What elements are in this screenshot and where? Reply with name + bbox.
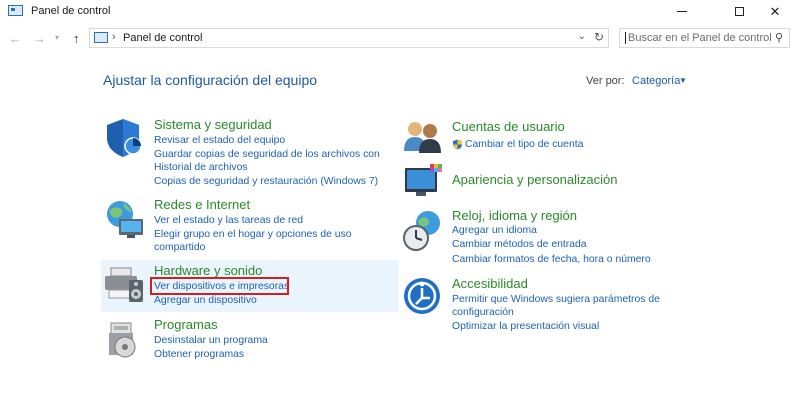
address-bar[interactable]: › Panel de control ⌄ ↻ <box>89 28 609 48</box>
link-date-time-formats[interactable]: Cambiar formatos de fecha, hora o número <box>452 253 651 266</box>
link-suggest-settings[interactable]: Permitir que Windows sugiera parámetros … <box>452 293 664 319</box>
programs-disc-icon <box>109 322 136 358</box>
breadcrumb-chevron-icon[interactable]: › <box>112 31 116 43</box>
category-clock-region: Reloj, idioma y región Agregar un idioma… <box>400 205 696 271</box>
forward-arrow-icon[interactable]: → <box>33 31 46 46</box>
category-title-user-accounts[interactable]: Cuentas de usuario <box>452 119 565 134</box>
view-by-chevron-icon[interactable]: ▼ <box>679 76 687 85</box>
link-add-language[interactable]: Agregar un idioma <box>452 224 537 237</box>
view-by-label: Ver por: <box>586 75 625 87</box>
accessibility-icon <box>404 278 440 314</box>
category-network-internet: Redes e Internet Ver el estado y las tar… <box>101 195 397 255</box>
link-optimize-display[interactable]: Optimizar la presentación visual <box>452 320 599 333</box>
search-placeholder: Buscar en el Panel de control <box>625 32 772 44</box>
category-system-security: Sistema y seguridad Revisar el estado de… <box>101 112 397 190</box>
link-check-status[interactable]: Revisar el estado del equipo <box>154 134 285 147</box>
category-title-hardware-sound[interactable]: Hardware y sonido <box>154 263 262 278</box>
category-title-system-security[interactable]: Sistema y seguridad <box>154 117 272 132</box>
category-user-accounts: Cuentas de usuario Cambiar el tipo de cu… <box>400 115 696 155</box>
link-homegroup[interactable]: Elegir grupo en el hogar y opciones de u… <box>154 228 359 254</box>
security-shield-icon <box>107 119 142 157</box>
page-title: Ajustar la configuración del equipo <box>103 72 318 88</box>
highlight-annotation-box <box>150 277 289 295</box>
close-button[interactable]: ✕ <box>752 0 798 23</box>
category-title-appearance[interactable]: Apariencia y personalización <box>452 172 617 187</box>
category-accessibility: Accesibilidad Permitir que Windows sugie… <box>400 272 696 338</box>
clock-globe-icon <box>403 211 440 251</box>
link-file-history[interactable]: Guardar copias de seguridad de los archi… <box>154 148 384 174</box>
link-change-account-type[interactable]: Cambiar el tipo de cuenta <box>465 138 583 151</box>
category-programs: Programas Desinstalar un programa Obtene… <box>101 315 397 363</box>
recent-locations-chevron-icon[interactable]: ▾ <box>55 33 59 42</box>
window-title: Panel de control <box>31 5 111 17</box>
close-icon: ✕ <box>769 3 781 19</box>
minimize-icon <box>677 11 687 12</box>
link-input-methods[interactable]: Cambiar métodos de entrada <box>452 238 587 251</box>
search-icon[interactable]: ⚲ <box>775 31 783 44</box>
up-arrow-icon[interactable]: ↑ <box>73 31 80 46</box>
category-title-accessibility[interactable]: Accesibilidad <box>452 276 528 291</box>
refresh-icon[interactable]: ↻ <box>594 30 604 44</box>
link-get-programs[interactable]: Obtener programas <box>154 348 244 361</box>
link-network-status[interactable]: Ver el estado y las tareas de red <box>154 214 303 227</box>
back-arrow-icon[interactable]: ← <box>9 31 22 46</box>
category-title-programs[interactable]: Programas <box>154 317 218 332</box>
category-title-network-internet[interactable]: Redes e Internet <box>154 197 250 212</box>
printer-speaker-icon <box>105 267 143 302</box>
monitor-palette-icon <box>405 164 442 196</box>
control-panel-icon <box>8 5 23 16</box>
link-add-device[interactable]: Agregar un dispositivo <box>154 294 257 307</box>
link-uninstall-program[interactable]: Desinstalar un programa <box>154 334 268 347</box>
uac-shield-icon <box>453 139 462 150</box>
link-backup-restore[interactable]: Copias de seguridad y restauración (Wind… <box>154 175 378 188</box>
category-appearance: Apariencia y personalización <box>400 160 696 200</box>
network-globe-icon <box>107 201 143 238</box>
address-dropdown-icon[interactable]: ⌄ <box>578 31 586 42</box>
view-by-dropdown[interactable]: Categoría <box>632 75 680 87</box>
minimize-button[interactable] <box>659 0 705 23</box>
maximize-icon <box>734 7 744 16</box>
users-icon <box>404 122 441 153</box>
category-title-clock-region[interactable]: Reloj, idioma y región <box>452 208 577 223</box>
navigation-bar: ← → ▾ ↑ › Panel de control ⌄ ↻ Buscar en… <box>0 27 798 51</box>
title-bar: Panel de control ✕ <box>0 0 798 23</box>
control-panel-icon <box>94 32 108 43</box>
breadcrumb-control-panel[interactable]: Panel de control <box>123 32 203 44</box>
search-input[interactable]: Buscar en el Panel de control ⚲ <box>619 28 790 48</box>
